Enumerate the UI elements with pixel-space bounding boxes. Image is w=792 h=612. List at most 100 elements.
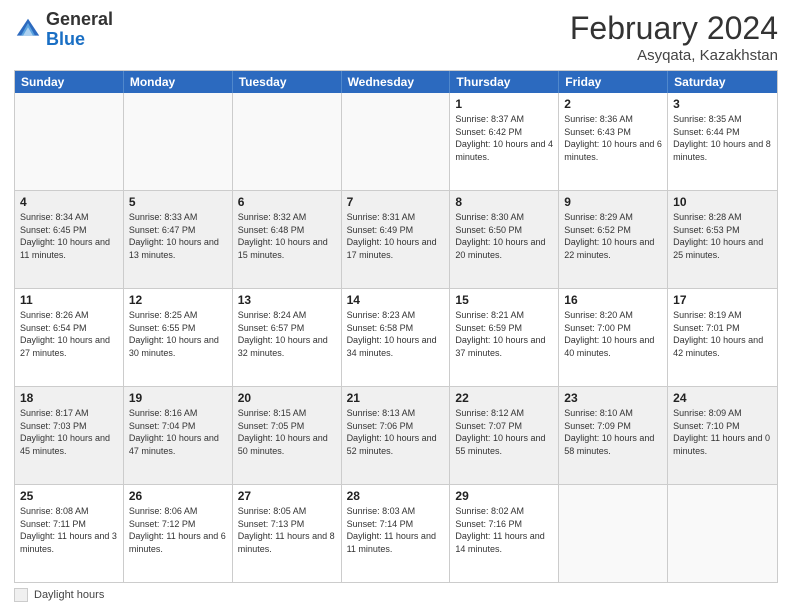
day-number: 15: [455, 292, 553, 308]
day-number: 29: [455, 488, 553, 504]
weekday-label-thursday: Thursday: [450, 71, 559, 93]
logo: General Blue: [14, 10, 113, 50]
day-number: 3: [673, 96, 772, 112]
weekday-label-monday: Monday: [124, 71, 233, 93]
cell-info: Sunrise: 8:20 AM Sunset: 7:00 PM Dayligh…: [564, 309, 662, 359]
cal-cell: 12Sunrise: 8:25 AM Sunset: 6:55 PM Dayli…: [124, 289, 233, 386]
day-number: 21: [347, 390, 445, 406]
day-number: 8: [455, 194, 553, 210]
logo-icon: [14, 16, 42, 44]
cell-info: Sunrise: 8:16 AM Sunset: 7:04 PM Dayligh…: [129, 407, 227, 457]
cell-info: Sunrise: 8:06 AM Sunset: 7:12 PM Dayligh…: [129, 505, 227, 555]
weekday-label-saturday: Saturday: [668, 71, 777, 93]
legend-box: [14, 588, 28, 602]
cell-info: Sunrise: 8:24 AM Sunset: 6:57 PM Dayligh…: [238, 309, 336, 359]
cell-info: Sunrise: 8:13 AM Sunset: 7:06 PM Dayligh…: [347, 407, 445, 457]
cal-cell: 6Sunrise: 8:32 AM Sunset: 6:48 PM Daylig…: [233, 191, 342, 288]
cal-cell: 27Sunrise: 8:05 AM Sunset: 7:13 PM Dayli…: [233, 485, 342, 582]
day-number: 26: [129, 488, 227, 504]
cal-cell: 5Sunrise: 8:33 AM Sunset: 6:47 PM Daylig…: [124, 191, 233, 288]
cal-cell: [233, 93, 342, 190]
cal-cell: 22Sunrise: 8:12 AM Sunset: 7:07 PM Dayli…: [450, 387, 559, 484]
cell-info: Sunrise: 8:34 AM Sunset: 6:45 PM Dayligh…: [20, 211, 118, 261]
weekday-label-wednesday: Wednesday: [342, 71, 451, 93]
cell-info: Sunrise: 8:37 AM Sunset: 6:42 PM Dayligh…: [455, 113, 553, 163]
calendar-header: SundayMondayTuesdayWednesdayThursdayFrid…: [15, 71, 777, 93]
day-number: 11: [20, 292, 118, 308]
cal-cell: 17Sunrise: 8:19 AM Sunset: 7:01 PM Dayli…: [668, 289, 777, 386]
page: General Blue February 2024 Asyqata, Kaza…: [0, 0, 792, 612]
cal-cell: 21Sunrise: 8:13 AM Sunset: 7:06 PM Dayli…: [342, 387, 451, 484]
day-number: 14: [347, 292, 445, 308]
cell-info: Sunrise: 8:33 AM Sunset: 6:47 PM Dayligh…: [129, 211, 227, 261]
legend-text: Daylight hours: [34, 589, 104, 601]
day-number: 18: [20, 390, 118, 406]
weekday-label-sunday: Sunday: [15, 71, 124, 93]
day-number: 17: [673, 292, 772, 308]
logo-general: General: [46, 9, 113, 29]
cell-info: Sunrise: 8:19 AM Sunset: 7:01 PM Dayligh…: [673, 309, 772, 359]
calendar-row-4: 25Sunrise: 8:08 AM Sunset: 7:11 PM Dayli…: [15, 484, 777, 582]
cal-cell: 9Sunrise: 8:29 AM Sunset: 6:52 PM Daylig…: [559, 191, 668, 288]
cal-cell: 2Sunrise: 8:36 AM Sunset: 6:43 PM Daylig…: [559, 93, 668, 190]
cal-cell: 13Sunrise: 8:24 AM Sunset: 6:57 PM Dayli…: [233, 289, 342, 386]
cal-cell: [559, 485, 668, 582]
cell-info: Sunrise: 8:26 AM Sunset: 6:54 PM Dayligh…: [20, 309, 118, 359]
cell-info: Sunrise: 8:25 AM Sunset: 6:55 PM Dayligh…: [129, 309, 227, 359]
cal-cell: 15Sunrise: 8:21 AM Sunset: 6:59 PM Dayli…: [450, 289, 559, 386]
cal-cell: 25Sunrise: 8:08 AM Sunset: 7:11 PM Dayli…: [15, 485, 124, 582]
cal-cell: [124, 93, 233, 190]
calendar-row-0: 1Sunrise: 8:37 AM Sunset: 6:42 PM Daylig…: [15, 93, 777, 190]
header: General Blue February 2024 Asyqata, Kaza…: [14, 10, 778, 64]
cal-cell: [668, 485, 777, 582]
cell-info: Sunrise: 8:21 AM Sunset: 6:59 PM Dayligh…: [455, 309, 553, 359]
cal-cell: 19Sunrise: 8:16 AM Sunset: 7:04 PM Dayli…: [124, 387, 233, 484]
month-title: February 2024: [570, 10, 778, 47]
day-number: 2: [564, 96, 662, 112]
cell-info: Sunrise: 8:23 AM Sunset: 6:58 PM Dayligh…: [347, 309, 445, 359]
cal-cell: 29Sunrise: 8:02 AM Sunset: 7:16 PM Dayli…: [450, 485, 559, 582]
day-number: 20: [238, 390, 336, 406]
day-number: 6: [238, 194, 336, 210]
day-number: 10: [673, 194, 772, 210]
cell-info: Sunrise: 8:32 AM Sunset: 6:48 PM Dayligh…: [238, 211, 336, 261]
cell-info: Sunrise: 8:30 AM Sunset: 6:50 PM Dayligh…: [455, 211, 553, 261]
cell-info: Sunrise: 8:31 AM Sunset: 6:49 PM Dayligh…: [347, 211, 445, 261]
weekday-label-friday: Friday: [559, 71, 668, 93]
legend: Daylight hours: [14, 588, 778, 602]
day-number: 23: [564, 390, 662, 406]
cell-info: Sunrise: 8:29 AM Sunset: 6:52 PM Dayligh…: [564, 211, 662, 261]
day-number: 5: [129, 194, 227, 210]
cell-info: Sunrise: 8:12 AM Sunset: 7:07 PM Dayligh…: [455, 407, 553, 457]
day-number: 7: [347, 194, 445, 210]
cal-cell: 10Sunrise: 8:28 AM Sunset: 6:53 PM Dayli…: [668, 191, 777, 288]
logo-blue: Blue: [46, 29, 85, 49]
cell-info: Sunrise: 8:28 AM Sunset: 6:53 PM Dayligh…: [673, 211, 772, 261]
day-number: 4: [20, 194, 118, 210]
cal-cell: 18Sunrise: 8:17 AM Sunset: 7:03 PM Dayli…: [15, 387, 124, 484]
calendar-row-2: 11Sunrise: 8:26 AM Sunset: 6:54 PM Dayli…: [15, 288, 777, 386]
day-number: 1: [455, 96, 553, 112]
cell-info: Sunrise: 8:05 AM Sunset: 7:13 PM Dayligh…: [238, 505, 336, 555]
cal-cell: 3Sunrise: 8:35 AM Sunset: 6:44 PM Daylig…: [668, 93, 777, 190]
cell-info: Sunrise: 8:08 AM Sunset: 7:11 PM Dayligh…: [20, 505, 118, 555]
cal-cell: [342, 93, 451, 190]
cell-info: Sunrise: 8:10 AM Sunset: 7:09 PM Dayligh…: [564, 407, 662, 457]
day-number: 22: [455, 390, 553, 406]
cal-cell: 8Sunrise: 8:30 AM Sunset: 6:50 PM Daylig…: [450, 191, 559, 288]
day-number: 13: [238, 292, 336, 308]
cal-cell: 28Sunrise: 8:03 AM Sunset: 7:14 PM Dayli…: [342, 485, 451, 582]
cal-cell: [15, 93, 124, 190]
cell-info: Sunrise: 8:36 AM Sunset: 6:43 PM Dayligh…: [564, 113, 662, 163]
cell-info: Sunrise: 8:09 AM Sunset: 7:10 PM Dayligh…: [673, 407, 772, 457]
day-number: 19: [129, 390, 227, 406]
day-number: 28: [347, 488, 445, 504]
day-number: 9: [564, 194, 662, 210]
cell-info: Sunrise: 8:02 AM Sunset: 7:16 PM Dayligh…: [455, 505, 553, 555]
day-number: 24: [673, 390, 772, 406]
day-number: 12: [129, 292, 227, 308]
title-block: February 2024 Asyqata, Kazakhstan: [570, 10, 778, 64]
cal-cell: 14Sunrise: 8:23 AM Sunset: 6:58 PM Dayli…: [342, 289, 451, 386]
cal-cell: 26Sunrise: 8:06 AM Sunset: 7:12 PM Dayli…: [124, 485, 233, 582]
cal-cell: 20Sunrise: 8:15 AM Sunset: 7:05 PM Dayli…: [233, 387, 342, 484]
